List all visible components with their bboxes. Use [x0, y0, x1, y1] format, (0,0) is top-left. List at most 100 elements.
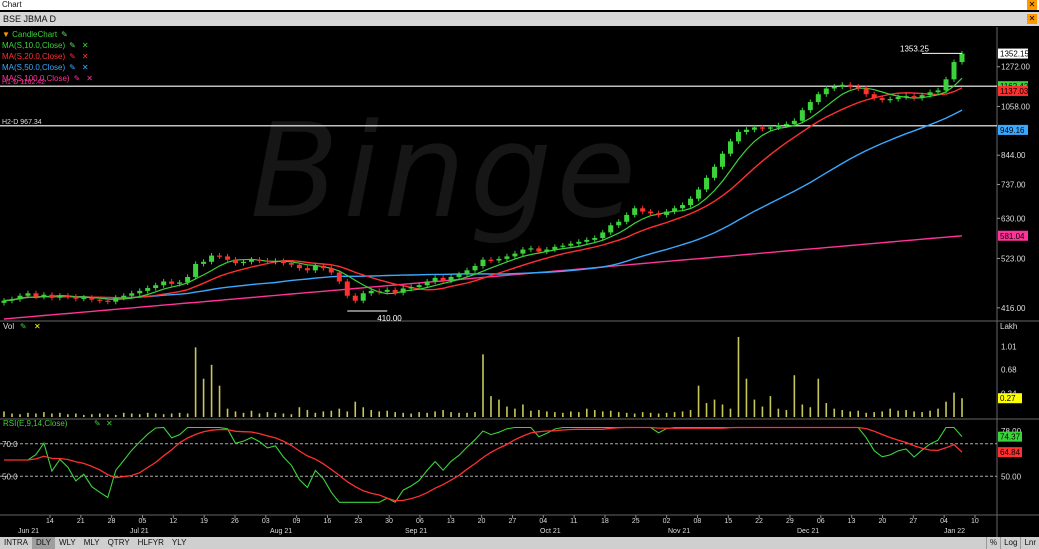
candle-body[interactable] [943, 79, 949, 91]
candle-body[interactable] [384, 289, 390, 292]
candle-body[interactable] [831, 86, 837, 89]
timeframe-tab-dly[interactable]: DLY [32, 537, 55, 549]
candle-body[interactable] [352, 295, 358, 301]
pencil-icon[interactable]: ✎ [61, 30, 68, 39]
remove-icon[interactable]: ✕ [82, 41, 89, 50]
candle-body[interactable] [57, 295, 63, 298]
candle-body[interactable] [504, 256, 510, 259]
remove-icon[interactable]: ✕ [82, 52, 89, 61]
close-icon[interactable]: ✕ [1027, 0, 1037, 10]
candle-body[interactable] [1, 300, 7, 303]
candle-body[interactable] [65, 295, 71, 297]
remove-icon[interactable]: ✕ [106, 419, 113, 428]
candle-body[interactable] [248, 259, 254, 262]
candle-body[interactable] [672, 208, 678, 212]
candle-body[interactable] [121, 295, 127, 298]
legend-ma100[interactable]: MA(S,100.0,Close) ✎ ✕ [2, 73, 93, 84]
candle-body[interactable] [304, 268, 310, 271]
candle-body[interactable] [480, 259, 486, 267]
timeframe-tab-qtry[interactable]: QTRY [104, 537, 134, 549]
legend-ma10[interactable]: MA(S,10.0,Close) ✎ ✕ [2, 40, 93, 51]
candle-body[interactable] [544, 249, 550, 252]
chart-area[interactable]: 1272.00 1058.00 844.00 737.00 630.00 523.00 41… [0, 27, 1039, 537]
candle-body[interactable] [217, 255, 223, 257]
candle-body[interactable] [552, 246, 558, 250]
remove-icon[interactable]: ✕ [82, 63, 89, 72]
scale-option-log[interactable]: Log [1000, 537, 1020, 549]
candle-body[interactable] [424, 281, 430, 286]
candle-body[interactable] [320, 266, 326, 269]
remove-icon[interactable]: ✕ [34, 322, 41, 331]
candle-body[interactable] [727, 141, 733, 154]
candle-body[interactable] [903, 96, 909, 98]
candle-body[interactable] [73, 296, 79, 299]
rsi-signal-line[interactable] [4, 426, 963, 502]
candle-body[interactable] [280, 260, 286, 264]
candle-body[interactable] [823, 88, 829, 95]
candle-body[interactable] [887, 99, 893, 101]
candle-body[interactable] [528, 248, 534, 250]
candle-body[interactable] [919, 95, 925, 99]
candle-body[interactable] [97, 299, 103, 301]
candle-body[interactable] [233, 259, 239, 264]
candle-body[interactable] [863, 88, 869, 95]
candle-body[interactable] [400, 288, 406, 293]
candle-body[interactable] [496, 258, 502, 261]
candle-body[interactable] [696, 189, 702, 199]
candle-body[interactable] [89, 297, 95, 300]
candle-body[interactable] [855, 86, 861, 89]
candle-body[interactable] [432, 277, 438, 282]
candle-body[interactable] [568, 243, 574, 246]
pencil-icon[interactable]: ✎ [74, 74, 81, 83]
candle-body[interactable] [264, 260, 270, 262]
candle-body[interactable] [927, 92, 933, 96]
ma50-line[interactable] [3, 109, 963, 302]
candle-body[interactable] [488, 259, 494, 261]
candle-body[interactable] [288, 263, 294, 265]
timeframe-tab-hlfyr[interactable]: HLFYR [134, 537, 168, 549]
candle-body[interactable] [536, 248, 542, 252]
candle-body[interactable] [640, 208, 646, 212]
candle-body[interactable] [256, 259, 262, 261]
candle-body[interactable] [360, 293, 366, 301]
rsi-line[interactable] [4, 426, 963, 504]
legend-candlechart[interactable]: ▼ CandleChart ✎ [2, 29, 93, 40]
chart-close-icon[interactable]: ✕ [1027, 14, 1037, 24]
candle-body[interactable] [624, 214, 630, 222]
candle-body[interactable] [815, 94, 821, 103]
timeframe-tab-yly[interactable]: YLY [168, 537, 191, 549]
candle-body[interactable] [751, 127, 757, 130]
candle-body[interactable] [328, 268, 334, 273]
pencil-icon[interactable]: ✎ [69, 41, 76, 50]
candle-body[interactable] [632, 208, 638, 215]
candle-body[interactable] [33, 293, 39, 297]
pencil-icon[interactable]: ✎ [69, 52, 76, 61]
candle-body[interactable] [767, 127, 773, 129]
candle-body[interactable] [408, 287, 414, 289]
candle-body[interactable] [656, 213, 662, 215]
candle-body[interactable] [584, 239, 590, 242]
candle-body[interactable] [185, 276, 191, 283]
pencil-icon[interactable]: ✎ [20, 322, 27, 331]
candle-body[interactable] [735, 131, 741, 142]
candle-body[interactable] [392, 289, 398, 293]
candle-body[interactable] [201, 261, 207, 264]
candle-body[interactable] [839, 84, 845, 87]
candle-body[interactable] [272, 260, 278, 263]
candle-body[interactable] [344, 281, 350, 296]
ma20-line[interactable] [3, 87, 963, 302]
timeframe-tab-wly[interactable]: WLY [55, 537, 80, 549]
candle-body[interactable] [576, 241, 582, 244]
pencil-icon[interactable]: ✎ [94, 419, 101, 428]
candle-body[interactable] [720, 153, 725, 167]
candle-body[interactable] [448, 276, 454, 281]
candle-body[interactable] [807, 102, 813, 111]
candle-body[interactable] [608, 225, 614, 233]
candle-body[interactable] [688, 198, 694, 206]
candle-body[interactable] [137, 290, 143, 294]
candle-body[interactable] [416, 285, 422, 288]
candle-body[interactable] [440, 277, 446, 281]
candle-body[interactable] [49, 294, 55, 298]
remove-icon[interactable]: ✕ [86, 74, 93, 83]
candle-body[interactable] [704, 177, 710, 190]
